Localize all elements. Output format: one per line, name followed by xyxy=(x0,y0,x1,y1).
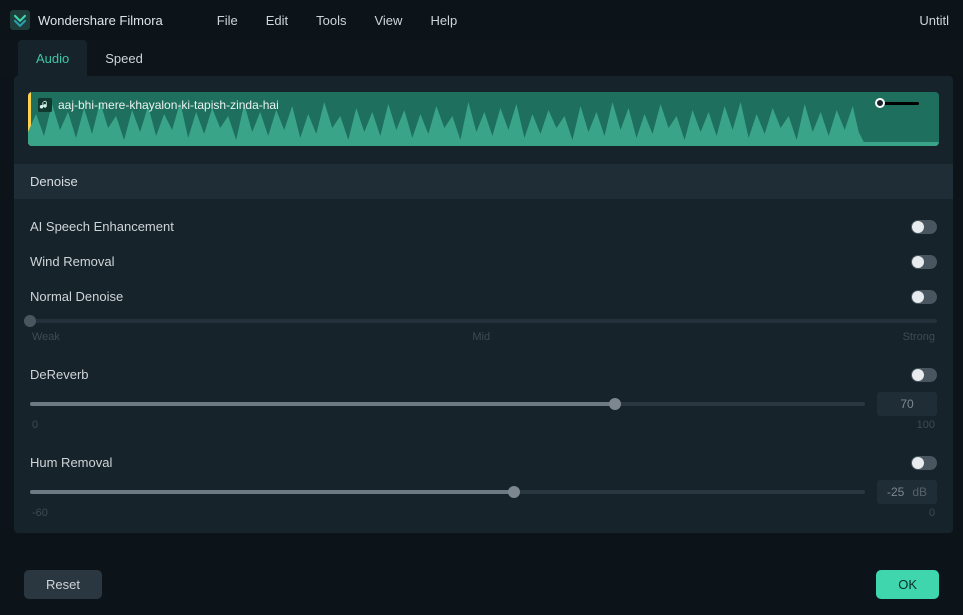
clip-end-handle[interactable] xyxy=(875,98,885,108)
reset-button[interactable]: Reset xyxy=(24,570,102,599)
value-hum-removal[interactable]: -25dB xyxy=(877,480,937,504)
toggle-wind-removal[interactable] xyxy=(911,255,937,269)
app-title: Wondershare Filmora xyxy=(38,13,163,28)
tab-speed[interactable]: Speed xyxy=(87,40,161,76)
scale-dereverb-max: 100 xyxy=(917,419,935,431)
label-ai-speech: AI Speech Enhancement xyxy=(30,219,174,234)
scale-hum-max: 0 xyxy=(929,507,935,519)
menu-file[interactable]: File xyxy=(203,13,252,28)
label-wind-removal: Wind Removal xyxy=(30,254,115,269)
scale-normal-mid: Mid xyxy=(472,331,490,343)
menu-help[interactable]: Help xyxy=(416,13,471,28)
value-dereverb[interactable]: 70 xyxy=(877,392,937,416)
app-logo xyxy=(10,10,30,30)
scale-normal-max: Strong xyxy=(903,331,935,343)
slider-dereverb[interactable] xyxy=(30,397,865,411)
label-dereverb: DeReverb xyxy=(30,367,89,382)
scale-hum-min: -60 xyxy=(32,507,48,519)
toggle-normal-denoise[interactable] xyxy=(911,290,937,304)
clip-name: aaj-bhi-mere-khayalon-ki-tapish-zinda-ha… xyxy=(58,98,279,112)
footer-actions: Reset OK xyxy=(0,570,963,599)
slider-hum-removal[interactable] xyxy=(30,485,865,499)
section-denoise: Denoise xyxy=(14,164,953,199)
slider-normal-denoise[interactable] xyxy=(30,314,937,328)
menubar: Wondershare Filmora File Edit Tools View… xyxy=(0,0,963,40)
menu-edit[interactable]: Edit xyxy=(252,13,302,28)
toggle-dereverb[interactable] xyxy=(911,368,937,382)
tab-audio[interactable]: Audio xyxy=(18,40,87,76)
audio-clip[interactable]: aaj-bhi-mere-khayalon-ki-tapish-zinda-ha… xyxy=(28,92,939,146)
menu-tools[interactable]: Tools xyxy=(302,13,360,28)
toggle-hum-removal[interactable] xyxy=(911,456,937,470)
scale-normal-min: Weak xyxy=(32,331,60,343)
label-normal-denoise: Normal Denoise xyxy=(30,289,123,304)
document-title: Untitl xyxy=(919,13,953,28)
scale-dereverb-min: 0 xyxy=(32,419,38,431)
ok-button[interactable]: OK xyxy=(876,570,939,599)
toggle-ai-speech[interactable] xyxy=(911,220,937,234)
music-note-icon xyxy=(38,98,52,112)
label-hum-removal: Hum Removal xyxy=(30,455,112,470)
menu-view[interactable]: View xyxy=(360,13,416,28)
tab-strip: Audio Speed xyxy=(0,40,963,76)
